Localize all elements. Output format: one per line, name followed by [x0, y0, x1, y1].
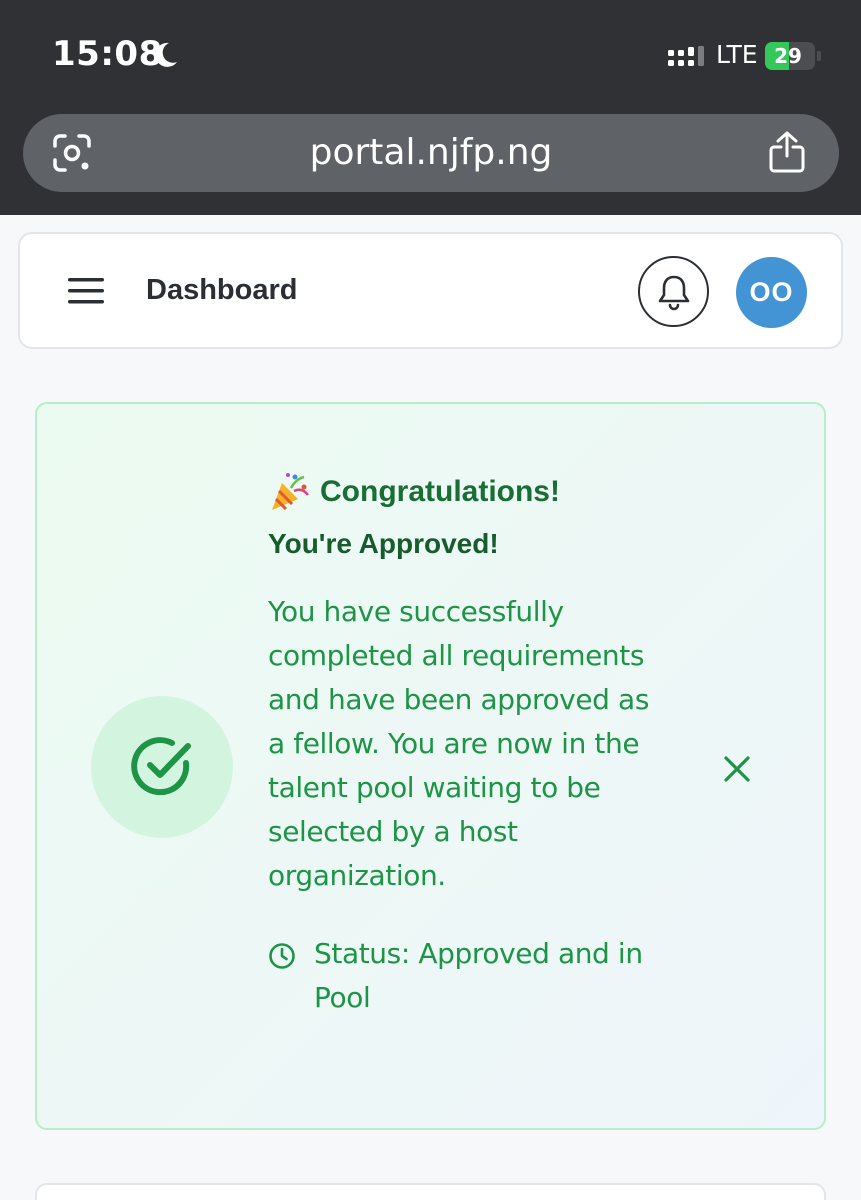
battery-level: 29 — [774, 44, 802, 68]
dismiss-button[interactable] — [717, 750, 757, 790]
approval-card: Congratulations! You're Approved! You ha… — [35, 402, 826, 1130]
browser-chrome: 15:08 LTE 29 portal.njfp.ng — [0, 0, 861, 215]
signal-icon — [668, 46, 704, 66]
check-circle-icon — [131, 737, 191, 796]
check-badge — [91, 696, 233, 838]
url-bar[interactable]: portal.njfp.ng — [23, 114, 839, 192]
headline-text: Congratulations! — [320, 475, 560, 508]
share-icon[interactable] — [767, 130, 807, 174]
approval-subheadline: You're Approved! — [268, 528, 499, 559]
approval-headline: Congratulations! — [268, 466, 668, 518]
avatar[interactable]: OO — [736, 257, 807, 328]
clock-icon — [269, 943, 295, 969]
bell-icon[interactable] — [656, 273, 692, 311]
page-title: Dashboard — [146, 274, 298, 306]
notifications-button[interactable] — [638, 256, 709, 327]
battery-cap — [817, 51, 821, 61]
menu-icon[interactable] — [68, 276, 104, 306]
close-icon[interactable] — [720, 752, 754, 786]
approval-content: Congratulations! You're Approved! You ha… — [268, 466, 668, 1020]
moon-icon — [155, 42, 177, 67]
approval-message: You have successfully completed all requ… — [268, 595, 650, 892]
app-header: Dashboard OO — [18, 232, 843, 349]
party-popper-icon — [272, 473, 309, 511]
lens-icon[interactable] — [51, 132, 93, 174]
battery-indicator: 29 — [765, 42, 815, 70]
network-type: LTE — [716, 40, 758, 69]
url-text[interactable]: portal.njfp.ng — [23, 114, 839, 192]
status-row: Status: Approved and in Pool — [268, 932, 668, 1020]
status-text: Status: Approved and in Pool — [314, 937, 643, 1014]
next-card — [35, 1183, 826, 1200]
status-time: 15:08 — [52, 34, 163, 74]
